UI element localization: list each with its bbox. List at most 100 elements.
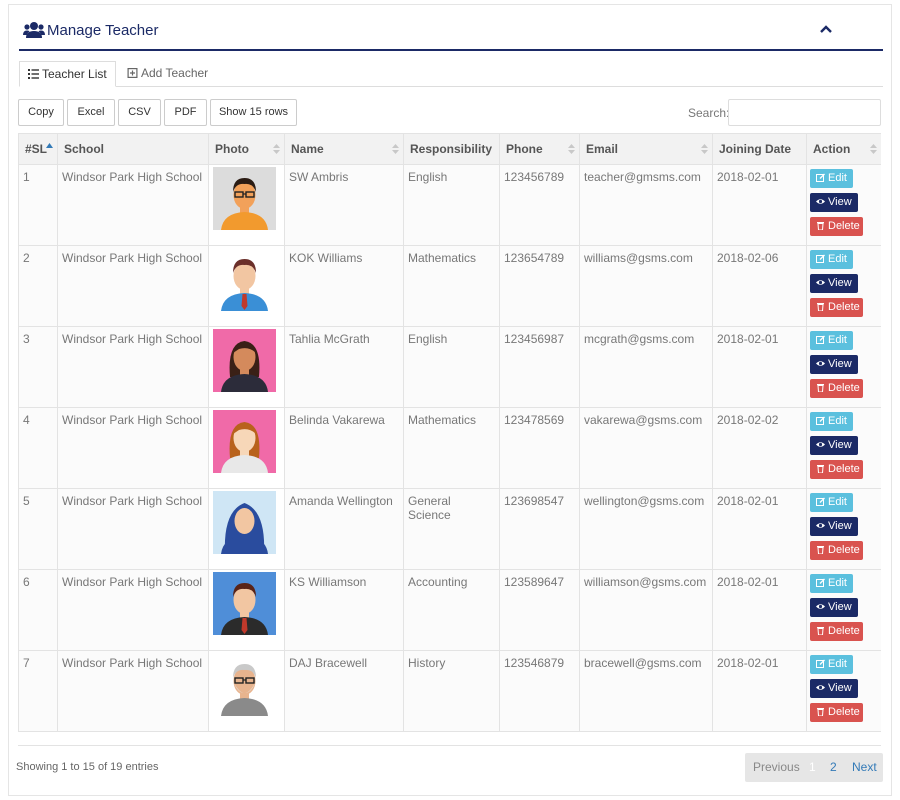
- view-button[interactable]: View: [810, 274, 858, 293]
- photo-cell: [208, 569, 285, 651]
- photo-cell: [208, 407, 285, 489]
- column-header-school[interactable]: School: [57, 133, 209, 165]
- trash-icon: [817, 465, 824, 473]
- edit-label: Edit: [828, 334, 847, 346]
- joining-date-cell: 2018-02-01: [712, 650, 807, 732]
- page-title: Manage Teacher: [47, 22, 159, 39]
- tab-label: Add Teacher: [141, 66, 209, 80]
- view-button[interactable]: View: [810, 193, 858, 212]
- edit-button[interactable]: Edit: [810, 412, 853, 431]
- column-header-name[interactable]: Name: [284, 133, 404, 165]
- delete-button[interactable]: Delete: [810, 298, 863, 317]
- school-cell: Windsor Park High School: [57, 245, 209, 327]
- sl-cell: 4: [18, 407, 58, 489]
- responsibility-cell: Accounting: [403, 569, 500, 651]
- sort-icon: [273, 144, 280, 154]
- edit-icon: [816, 335, 825, 344]
- edit-icon: [816, 497, 825, 506]
- school-cell: Windsor Park High School: [57, 407, 209, 489]
- column-header-responsibility[interactable]: Responsibility: [403, 133, 500, 165]
- sl-cell: 7: [18, 650, 58, 732]
- delete-button[interactable]: Delete: [810, 703, 863, 722]
- edit-label: Edit: [828, 253, 847, 265]
- table-footer-divider: [18, 745, 881, 746]
- delete-button[interactable]: Delete: [810, 379, 863, 398]
- action-cell: Edit View Delete: [806, 245, 881, 327]
- trash-icon: [817, 303, 824, 311]
- column-header-action[interactable]: Action: [806, 133, 881, 165]
- previous-page-button[interactable]: Previous: [753, 760, 800, 774]
- edit-button[interactable]: Edit: [810, 493, 853, 512]
- female-teacher-auburn-hair-avatar: [213, 410, 276, 473]
- sl-cell: 2: [18, 245, 58, 327]
- view-label: View: [828, 601, 852, 613]
- email-cell: mcgrath@gsms.com: [579, 326, 713, 408]
- eye-icon: [816, 523, 825, 528]
- delete-button[interactable]: Delete: [810, 217, 863, 236]
- chevron-up-icon[interactable]: [819, 23, 833, 35]
- search-input[interactable]: [728, 99, 881, 126]
- table-row: 6 Windsor Park High School KS Williamson Ac…: [18, 569, 881, 651]
- email-cell: williamson@gsms.com: [579, 569, 713, 651]
- photo-cell: [208, 164, 285, 246]
- view-label: View: [828, 439, 852, 451]
- teacher-table: #SL School Photo Name Responsibility Pho…: [18, 133, 881, 732]
- eye-icon: [816, 442, 825, 447]
- edit-label: Edit: [828, 415, 847, 427]
- tab-add-teacher[interactable]: Add Teacher: [119, 61, 216, 87]
- tab-teacher-list[interactable]: Teacher List: [19, 61, 116, 87]
- view-button[interactable]: View: [810, 517, 858, 536]
- column-header-joining-date[interactable]: Joining Date: [712, 133, 807, 165]
- view-button[interactable]: View: [810, 679, 858, 698]
- pdf-button[interactable]: PDF: [164, 99, 207, 126]
- edit-button[interactable]: Edit: [810, 250, 853, 269]
- column-header-photo[interactable]: Photo: [208, 133, 285, 165]
- responsibility-cell: Mathematics: [403, 245, 500, 327]
- school-cell: Windsor Park High School: [57, 650, 209, 732]
- sort-icon: [870, 144, 877, 154]
- table-row: 3 Windsor Park High School Tahlia McGrath E…: [18, 326, 881, 408]
- column-header-phone[interactable]: Phone: [499, 133, 580, 165]
- edit-button[interactable]: Edit: [810, 655, 853, 674]
- page-1-button[interactable]: 1: [809, 760, 816, 774]
- view-label: View: [828, 682, 852, 694]
- edit-icon: [816, 578, 825, 587]
- trash-icon: [817, 546, 824, 554]
- school-cell: Windsor Park High School: [57, 326, 209, 408]
- next-page-button[interactable]: Next: [852, 760, 877, 774]
- view-button[interactable]: View: [810, 436, 858, 455]
- edit-button[interactable]: Edit: [810, 331, 853, 350]
- email-cell: wellington@gsms.com: [579, 488, 713, 570]
- show-rows-button[interactable]: Show 15 rows: [210, 99, 297, 126]
- delete-button[interactable]: Delete: [810, 460, 863, 479]
- male-teacher-blue-suit-avatar: [213, 248, 276, 311]
- view-button[interactable]: View: [810, 355, 858, 374]
- column-header-sl[interactable]: #SL: [18, 133, 58, 165]
- eye-icon: [816, 361, 825, 366]
- excel-button[interactable]: Excel: [67, 99, 115, 126]
- edit-button[interactable]: Edit: [810, 169, 853, 188]
- delete-label: Delete: [828, 382, 860, 394]
- table-row: 7 Windsor Park High School DAJ Bracewell Hi…: [18, 650, 881, 732]
- photo-cell: [208, 488, 285, 570]
- sl-cell: 1: [18, 164, 58, 246]
- phone-cell: 123478569: [499, 407, 580, 489]
- copy-button[interactable]: Copy: [18, 99, 64, 126]
- joining-date-cell: 2018-02-01: [712, 488, 807, 570]
- delete-label: Delete: [828, 220, 860, 232]
- edit-icon: [816, 416, 825, 425]
- edit-button[interactable]: Edit: [810, 574, 853, 593]
- delete-button[interactable]: Delete: [810, 541, 863, 560]
- view-button[interactable]: View: [810, 598, 858, 617]
- joining-date-cell: 2018-02-01: [712, 326, 807, 408]
- responsibility-cell: English: [403, 164, 500, 246]
- column-header-email[interactable]: Email: [579, 133, 713, 165]
- action-cell: Edit View Delete: [806, 164, 881, 246]
- csv-button[interactable]: CSV: [118, 99, 161, 126]
- page-2-button[interactable]: 2: [830, 760, 837, 774]
- sort-icon: [568, 144, 575, 154]
- delete-button[interactable]: Delete: [810, 622, 863, 641]
- responsibility-cell: Mathematics: [403, 407, 500, 489]
- action-cell: Edit View Delete: [806, 569, 881, 651]
- table-row: 1 Windsor Park High School SW Ambris Englis…: [18, 164, 881, 246]
